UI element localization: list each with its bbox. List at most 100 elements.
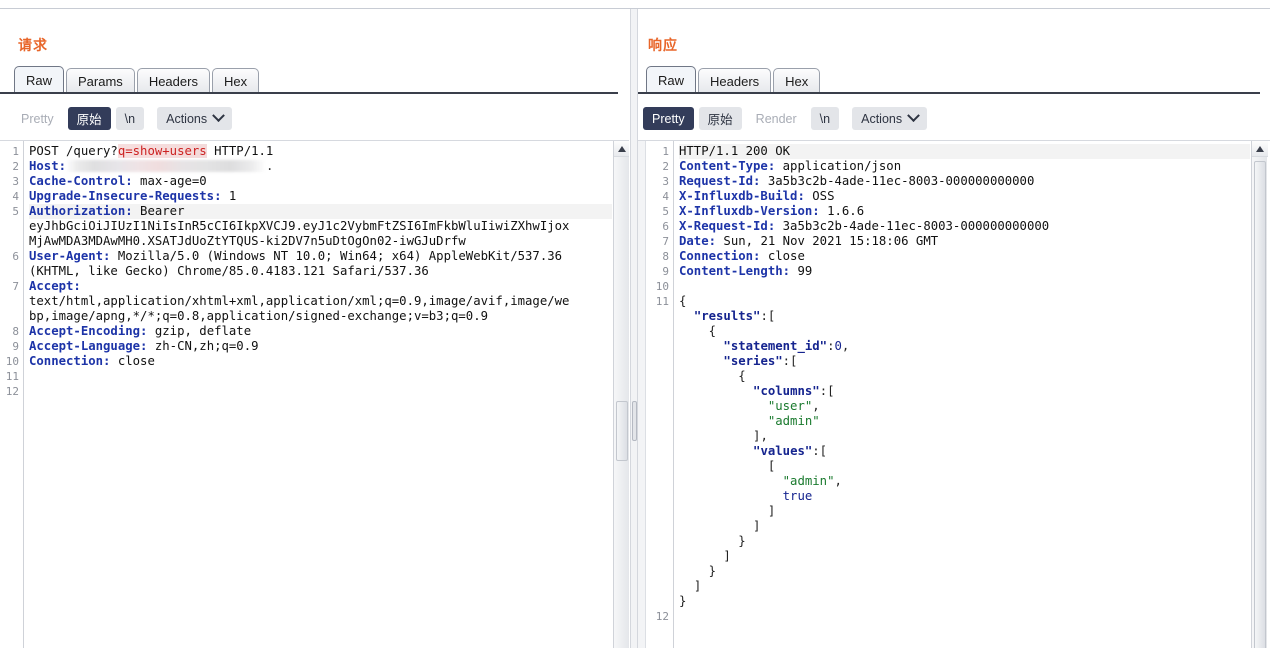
tab-request-headers[interactable]: Headers	[136, 68, 210, 93]
response-editor[interactable]: 1 2 3 4 5 6 7 8 9 10 11 12 HTTP/1.1 200 OK Content-…	[638, 140, 1270, 648]
response-newline-button[interactable]: \n	[810, 107, 840, 130]
code-line: {	[738, 369, 746, 383]
code-line: ]	[723, 549, 731, 563]
response-pane: 响应 Raw Headers Hex Pretty 原始 Render \n A…	[638, 9, 1270, 648]
code-line: Cache-Control: max-age=0	[29, 174, 207, 188]
code-line: }	[679, 594, 687, 608]
code-line: "user",	[767, 399, 820, 413]
line-number: 3	[12, 175, 19, 188]
code-line: {	[679, 294, 687, 308]
code-line: "admin"	[767, 414, 820, 428]
line-number: 6	[12, 250, 19, 263]
line-number	[646, 324, 673, 339]
line-number: 11	[5, 370, 19, 383]
code-line: Connection: close	[29, 354, 155, 368]
code-line: "columns":[	[753, 384, 835, 398]
response-pretty-button[interactable]: Pretty	[643, 107, 694, 130]
line-number	[646, 549, 673, 564]
code-line: "statement_id":0,	[723, 339, 850, 353]
code-line: Accept-Language: zh-CN,zh;q=0.9	[29, 339, 259, 353]
line-number	[646, 339, 673, 354]
redacted-host-value	[66, 160, 267, 172]
code-line: Accept-Encoding: gzip, deflate	[29, 324, 252, 338]
line-number: 4	[662, 190, 669, 203]
line-number	[646, 459, 673, 474]
response-actions-label: Actions	[861, 111, 903, 126]
line-number: 9	[12, 340, 19, 353]
line-number: 8	[662, 250, 669, 263]
scroll-up-arrow-icon[interactable]	[1252, 141, 1268, 157]
code-line: Authorization: Bearer	[29, 204, 612, 219]
line-number: 1	[12, 145, 19, 158]
request-tabbar[interactable]: Raw Params Headers Hex	[14, 66, 261, 93]
code-line: bp,image/apng,*/*;q=0.8,application/sign…	[29, 309, 489, 323]
request-actions-label: Actions	[166, 111, 208, 126]
pane-splitter-grip[interactable]	[632, 401, 637, 441]
line-number: 12	[5, 385, 19, 398]
tab-request-params[interactable]: Params	[66, 68, 135, 93]
line-number: 2	[662, 160, 669, 173]
code-line: X-Influxdb-Build: OSS	[679, 189, 835, 203]
response-tabbar-rule	[638, 92, 1260, 94]
request-editor[interactable]: 12345 6 7 8 9 10 11 12 POST /query?q=show+us…	[0, 140, 629, 648]
line-number	[0, 264, 23, 279]
line-number: 1	[662, 145, 669, 158]
pane-splitter[interactable]	[630, 9, 638, 648]
line-number	[646, 564, 673, 579]
code-line: "results":[	[693, 309, 776, 323]
code-line: Request-Id: 3a5b3c2b-4ade-11ec-8003-0000…	[679, 174, 1035, 188]
request-pretty-button[interactable]: Pretty	[12, 107, 63, 130]
code-line: X-Influxdb-Version: 1.6.6	[679, 204, 865, 218]
response-actions-button[interactable]: Actions	[852, 107, 928, 130]
line-number: 9	[662, 265, 669, 278]
line-number: 7	[662, 235, 669, 248]
code-line: User-Agent: Mozilla/5.0 (Windows NT 10.0…	[29, 249, 563, 263]
response-vertical-scrollbar[interactable]	[1251, 141, 1268, 648]
burp-repeater-window: 请求 Raw Params Headers Hex Pretty 原始 \n A…	[0, 0, 1270, 648]
tab-request-hex[interactable]: Hex	[211, 68, 260, 93]
request-scrollbar-thumb[interactable]	[616, 401, 628, 461]
query-highlight: q=show+users	[117, 144, 207, 158]
response-raw-button[interactable]: 原始	[698, 107, 742, 130]
response-render-button[interactable]: Render	[747, 107, 806, 130]
code-line: (KHTML, like Gecko) Chrome/85.0.4183.121…	[29, 264, 429, 278]
response-tabbar[interactable]: Raw Headers Hex	[646, 66, 822, 93]
chevron-down-icon	[907, 109, 920, 123]
response-pane-title: 响应	[648, 37, 678, 53]
tab-response-raw[interactable]: Raw	[646, 66, 697, 93]
line-number	[0, 309, 23, 324]
code-line: Accept:	[29, 279, 81, 293]
code-line: "values":[	[753, 444, 828, 458]
request-raw-button[interactable]: 原始	[67, 107, 111, 130]
code-line: X-Request-Id: 3a5b3c2b-4ade-11ec-8003-00…	[679, 219, 1050, 233]
code-line: Upgrade-Insecure-Requests: 1	[29, 189, 237, 203]
tab-response-hex[interactable]: Hex	[773, 68, 821, 93]
line-number	[646, 354, 673, 369]
line-number: 6	[662, 220, 669, 233]
scroll-up-arrow-icon[interactable]	[614, 141, 629, 157]
request-vertical-scrollbar[interactable]	[613, 141, 629, 648]
line-number	[646, 474, 673, 489]
chevron-down-icon	[212, 109, 225, 123]
request-actions-button[interactable]: Actions	[157, 107, 233, 130]
request-newline-button[interactable]: \n	[115, 107, 145, 130]
request-toolbar[interactable]: Pretty 原始 \n Actions	[12, 107, 237, 130]
tab-request-raw[interactable]: Raw	[14, 66, 65, 93]
request-tabbar-rule	[0, 92, 618, 94]
response-code-content[interactable]: HTTP/1.1 200 OK Content-Type: application…	[675, 141, 1250, 648]
code-line: {	[708, 324, 717, 338]
line-number: 4	[12, 190, 19, 203]
line-number	[646, 489, 673, 504]
request-code-content[interactable]: POST /query?q=show+users HTTP/1.1 Host:. C…	[25, 141, 612, 648]
response-scrollbar-thumb[interactable]	[1254, 161, 1266, 648]
response-toolbar[interactable]: Pretty 原始 Render \n Actions	[643, 107, 932, 130]
line-number	[646, 429, 673, 444]
code-line: }	[738, 534, 746, 548]
tab-response-headers[interactable]: Headers	[698, 68, 772, 93]
line-number: 10	[655, 280, 669, 293]
code-line: Connection: close	[679, 249, 805, 263]
